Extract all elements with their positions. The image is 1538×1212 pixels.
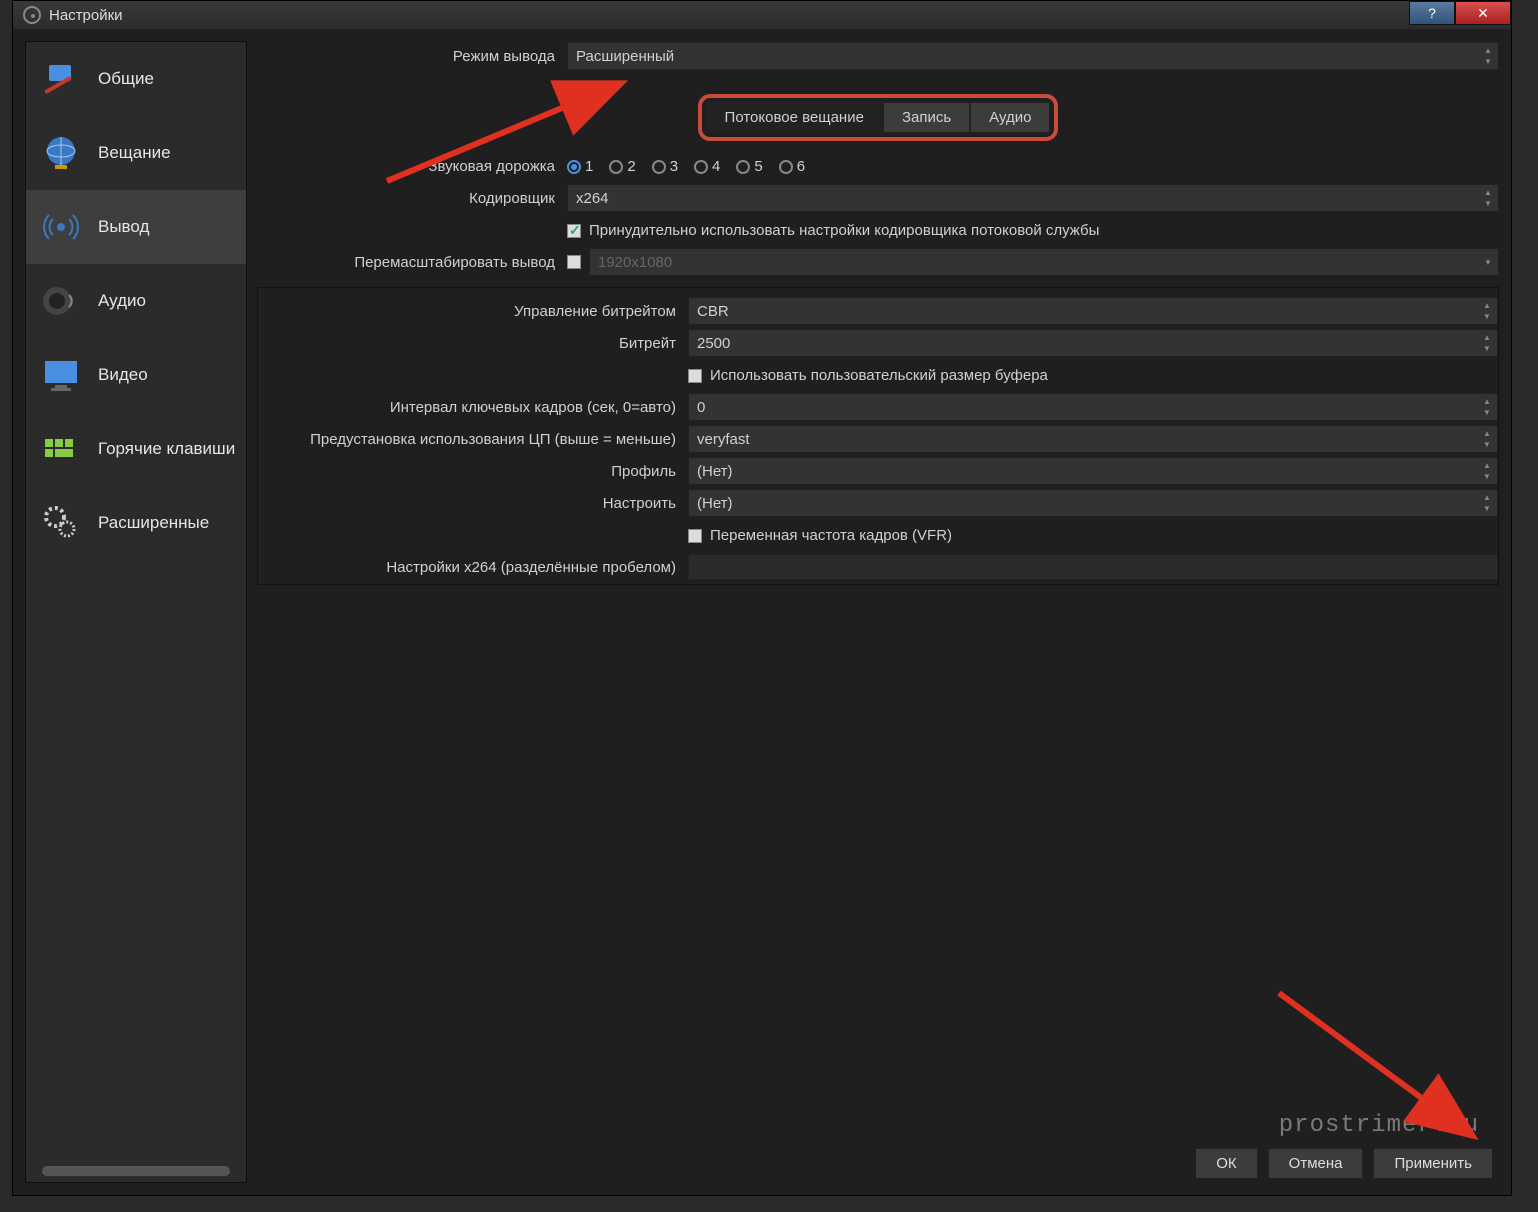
app-icon bbox=[23, 6, 41, 24]
audio-track-5[interactable]: 5 bbox=[736, 158, 762, 175]
audio-track-4[interactable]: 4 bbox=[694, 158, 720, 175]
monitor-icon bbox=[38, 352, 84, 398]
audio-track-6[interactable]: 6 bbox=[779, 158, 805, 175]
audio-track-label: Звуковая дорожка bbox=[257, 158, 567, 175]
audio-track-group: 1 2 3 4 5 6 bbox=[567, 158, 1499, 175]
sidebar-item-label: Расширенные bbox=[98, 513, 209, 533]
tune-select[interactable]: (Нет) ▲▼ bbox=[688, 489, 1498, 517]
profile-select[interactable]: (Нет) ▲▼ bbox=[688, 457, 1498, 485]
chevron-down-icon[interactable]: ▼ bbox=[1480, 56, 1496, 67]
audio-track-3[interactable]: 3 bbox=[652, 158, 678, 175]
help-button[interactable]: ? bbox=[1409, 1, 1455, 25]
keyframe-label: Интервал ключевых кадров (сек, 0=авто) bbox=[258, 399, 688, 416]
tab-recording[interactable]: Запись bbox=[883, 102, 970, 133]
broadcast-icon bbox=[38, 204, 84, 250]
rescale-select[interactable]: 1920x1080 ▼ bbox=[589, 248, 1499, 276]
footer: ОК Отмена Применить bbox=[1195, 1140, 1499, 1183]
rate-control-select[interactable]: CBR ▲▼ bbox=[688, 297, 1498, 325]
sidebar-item-label: Общие bbox=[98, 69, 154, 89]
apply-button[interactable]: Применить bbox=[1373, 1148, 1493, 1179]
content-pane: Режим вывода Расширенный ▲▼ Потоковое ве… bbox=[257, 41, 1499, 1183]
sidebar-item-output[interactable]: Вывод bbox=[26, 190, 246, 264]
ok-button[interactable]: ОК bbox=[1195, 1148, 1257, 1179]
sidebar-item-hotkeys[interactable]: Горячие клавиши bbox=[26, 412, 246, 486]
window-title: Настройки bbox=[49, 7, 123, 24]
titlebar: Настройки ? ✕ bbox=[13, 1, 1511, 29]
custom-buffer-label: Использовать пользовательский размер буф… bbox=[710, 367, 1048, 384]
sidebar-item-general[interactable]: Общие bbox=[26, 42, 246, 116]
sidebar-item-label: Аудио bbox=[98, 291, 146, 311]
output-mode-value: Расширенный bbox=[576, 48, 674, 65]
settings-window: Настройки ? ✕ Общие Вещание bbox=[12, 0, 1512, 1196]
close-button[interactable]: ✕ bbox=[1455, 1, 1511, 25]
x264opts-label: Настройки x264 (разделённые пробелом) bbox=[258, 559, 688, 576]
custom-buffer-checkbox[interactable] bbox=[688, 369, 702, 383]
sidebar-scrollbar[interactable] bbox=[42, 1166, 230, 1176]
tab-audio[interactable]: Аудио bbox=[970, 102, 1050, 133]
gears-icon bbox=[38, 500, 84, 546]
audio-track-1[interactable]: 1 bbox=[567, 158, 593, 175]
enforce-checkbox[interactable] bbox=[567, 224, 581, 238]
rescale-value: 1920x1080 bbox=[598, 254, 672, 271]
sidebar-item-label: Горячие клавиши bbox=[98, 439, 235, 459]
rate-control-label: Управление битрейтом bbox=[258, 303, 688, 320]
encoder-value: x264 bbox=[576, 190, 609, 207]
vfr-label: Переменная частота кадров (VFR) bbox=[710, 527, 952, 544]
tab-streaming[interactable]: Потоковое вещание bbox=[706, 102, 883, 133]
x264opts-input[interactable] bbox=[688, 554, 1498, 580]
tune-label: Настроить bbox=[258, 495, 688, 512]
tabs-highlight: Потоковое вещание Запись Аудио bbox=[698, 94, 1059, 141]
sidebar-item-advanced[interactable]: Расширенные bbox=[26, 486, 246, 560]
divider bbox=[257, 81, 1499, 82]
sidebar-item-audio[interactable]: Аудио bbox=[26, 264, 246, 338]
watermark: prostrimer.ru bbox=[1279, 1112, 1479, 1139]
encoder-select[interactable]: x264 ▲▼ bbox=[567, 184, 1499, 212]
sidebar: Общие Вещание Вывод Аудио bbox=[25, 41, 247, 1183]
sidebar-item-video[interactable]: Видео bbox=[26, 338, 246, 412]
sidebar-item-label: Видео bbox=[98, 365, 148, 385]
profile-label: Профиль bbox=[258, 463, 688, 480]
bitrate-input[interactable]: 2500 ▲▼ bbox=[688, 329, 1498, 357]
globe-icon bbox=[38, 130, 84, 176]
cpu-preset-select[interactable]: veryfast ▲▼ bbox=[688, 425, 1498, 453]
sidebar-item-label: Вещание bbox=[98, 143, 171, 163]
enforce-label: Принудительно использовать настройки код… bbox=[589, 222, 1099, 239]
sidebar-item-label: Вывод bbox=[98, 217, 149, 237]
sidebar-item-stream[interactable]: Вещание bbox=[26, 116, 246, 190]
audio-track-2[interactable]: 2 bbox=[609, 158, 635, 175]
output-mode-label: Режим вывода bbox=[257, 48, 567, 65]
rescale-checkbox[interactable] bbox=[567, 255, 581, 269]
keyboard-icon bbox=[38, 426, 84, 472]
rescale-label: Перемасштабировать вывод bbox=[257, 254, 567, 271]
cpu-preset-label: Предустановка использования ЦП (выше = м… bbox=[258, 431, 688, 448]
vfr-checkbox[interactable] bbox=[688, 529, 702, 543]
cancel-button[interactable]: Отмена bbox=[1268, 1148, 1364, 1179]
keyframe-input[interactable]: 0 ▲▼ bbox=[688, 393, 1498, 421]
bitrate-label: Битрейт bbox=[258, 335, 688, 352]
output-mode-select[interactable]: Расширенный ▲▼ bbox=[567, 42, 1499, 70]
encoder-label: Кодировщик bbox=[257, 190, 567, 207]
chevron-up-icon[interactable]: ▲ bbox=[1480, 45, 1496, 56]
wrench-icon bbox=[38, 56, 84, 102]
speaker-icon bbox=[38, 278, 84, 324]
